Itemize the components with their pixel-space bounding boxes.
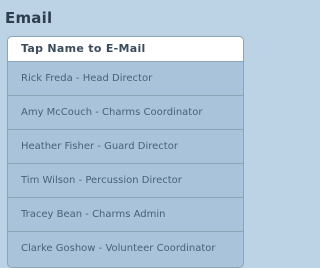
section-title: Email [5,9,53,27]
contact-item-heather-fisher[interactable]: Heather Fisher - Guard Director [8,130,243,164]
contact-item-rick-freda[interactable]: Rick Freda - Head Director [8,62,243,96]
contact-item-tim-wilson[interactable]: Tim Wilson - Percussion Director [8,164,243,198]
contact-item-clarke-goshow[interactable]: Clarke Goshow - Volunteer Coordinator [8,232,243,265]
contact-item-amy-mccouch[interactable]: Amy McCouch - Charms Coordinator [8,96,243,130]
email-contact-list: Tap Name to E-Mail Rick Freda - Head Dir… [7,36,244,268]
list-header: Tap Name to E-Mail [8,37,243,62]
contact-item-tracey-bean[interactable]: Tracey Bean - Charms Admin [8,198,243,232]
